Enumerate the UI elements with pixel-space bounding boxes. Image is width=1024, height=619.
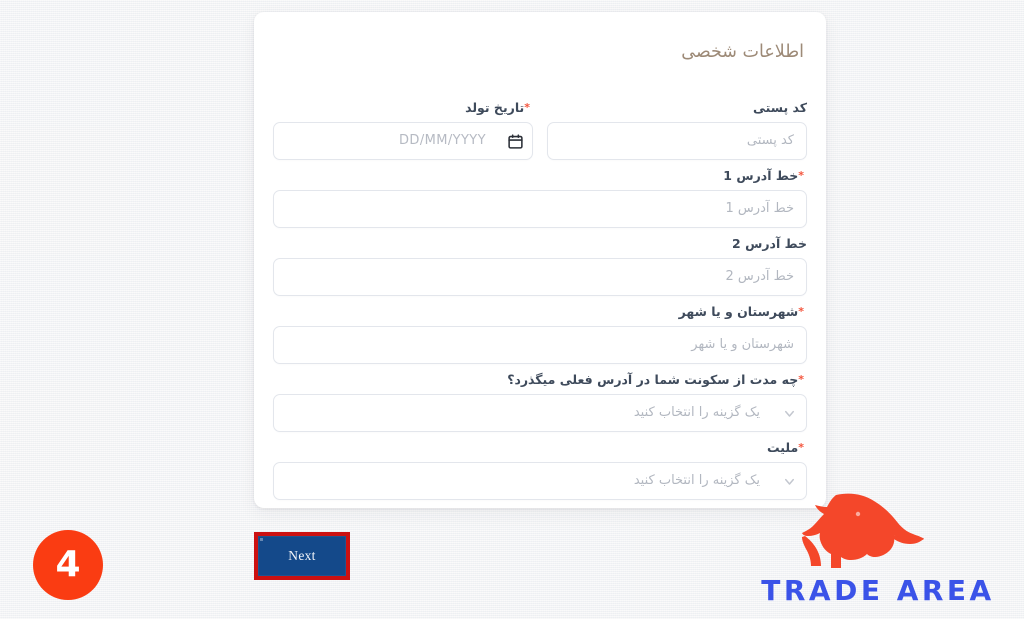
chevron-down-icon[interactable] [772,474,806,489]
field-postal-code: کد پستی کد پستی [547,100,807,160]
form-row-5: *چه مدت از سکونت شما در آدرس فعلی میگذرد… [273,372,807,432]
required-asterisk: * [798,169,804,182]
required-asterisk: * [798,373,804,386]
label-residence-duration-text: چه مدت از سکونت شما در آدرس فعلی میگذرد؟ [507,372,799,387]
address-line-1-input[interactable]: خط آدرس 1 [273,190,807,228]
residence-duration-select[interactable]: یک گزینه را انتخاب کنید [273,394,807,432]
address-line-1-placeholder: خط آدرس 1 [725,201,794,216]
next-button-highlight: Next [254,532,350,580]
nationality-value: یک گزینه را انتخاب کنید [633,473,760,488]
field-city-or-county: *شهرستان و یا شهر شهرستان و یا شهر [273,304,807,364]
required-asterisk: * [798,441,804,454]
city-or-county-input[interactable]: شهرستان و یا شهر [273,326,807,364]
residence-duration-value: یک گزینه را انتخاب کنید [633,405,760,420]
page-title: اطلاعات شخصی [681,42,804,62]
birth-date-input[interactable]: DD/MM/YYYY [273,122,533,160]
brand-name: TRADE AREA [761,574,995,607]
label-birth-date-text: تاریخ تولد [465,100,525,115]
step-number-badge: 4 [33,530,103,600]
field-residence-duration: *چه مدت از سکونت شما در آدرس فعلی میگذرد… [273,372,807,432]
label-nationality-text: ملیت [767,440,799,455]
field-birth-date: *تاریخ تولد DD/MM/YYYY [273,100,533,160]
label-nationality: *ملیت [273,440,807,456]
label-address-line-2: خط آدرس 2 [273,236,807,252]
city-or-county-placeholder: شهرستان و یا شهر [691,337,794,352]
calendar-icon[interactable] [498,133,532,150]
field-address-line-1: *خط آدرس 1 خط آدرس 1 [273,168,807,228]
address-line-2-placeholder: خط آدرس 2 [725,269,794,284]
personal-information-card: اطلاعات شخصی کد پستی کد پستی *تاریخ تولد [254,12,826,508]
nationality-select[interactable]: یک گزینه را انتخاب کنید [273,462,807,500]
bull-logo-icon [800,492,924,570]
next-button[interactable]: Next [258,536,346,576]
required-asterisk: * [798,305,804,318]
chevron-down-icon[interactable] [772,406,806,421]
label-address-line-2-text: خط آدرس 2 [732,236,807,251]
form-row-4: *شهرستان و یا شهر شهرستان و یا شهر [273,304,807,364]
form-row-3: خط آدرس 2 خط آدرس 2 [273,236,807,296]
field-nationality: *ملیت یک گزینه را انتخاب کنید [273,440,807,500]
form-row-2: *خط آدرس 1 خط آدرس 1 [273,168,807,228]
label-address-line-1-text: خط آدرس 1 [723,168,799,183]
label-postal-code: کد پستی [547,100,807,116]
address-line-2-input[interactable]: خط آدرس 2 [273,258,807,296]
label-postal-code-text: کد پستی [752,100,807,115]
postal-code-input[interactable]: کد پستی [547,122,807,160]
label-birth-date: *تاریخ تولد [273,100,533,116]
label-city-or-county: *شهرستان و یا شهر [273,304,807,320]
field-address-line-2: خط آدرس 2 خط آدرس 2 [273,236,807,296]
postal-code-placeholder: کد پستی [746,133,794,148]
label-city-or-county-text: شهرستان و یا شهر [678,304,799,319]
label-address-line-1: *خط آدرس 1 [273,168,807,184]
birth-date-placeholder: DD/MM/YYYY [399,133,486,148]
required-asterisk: * [524,101,530,114]
brand-logo: TRADE AREA [742,492,1014,610]
form-row-1: کد پستی کد پستی *تاریخ تولد DD/MM/YYYY [273,100,807,160]
form-row-6: *ملیت یک گزینه را انتخاب کنید [273,440,807,500]
label-residence-duration: *چه مدت از سکونت شما در آدرس فعلی میگذرد… [273,372,807,388]
